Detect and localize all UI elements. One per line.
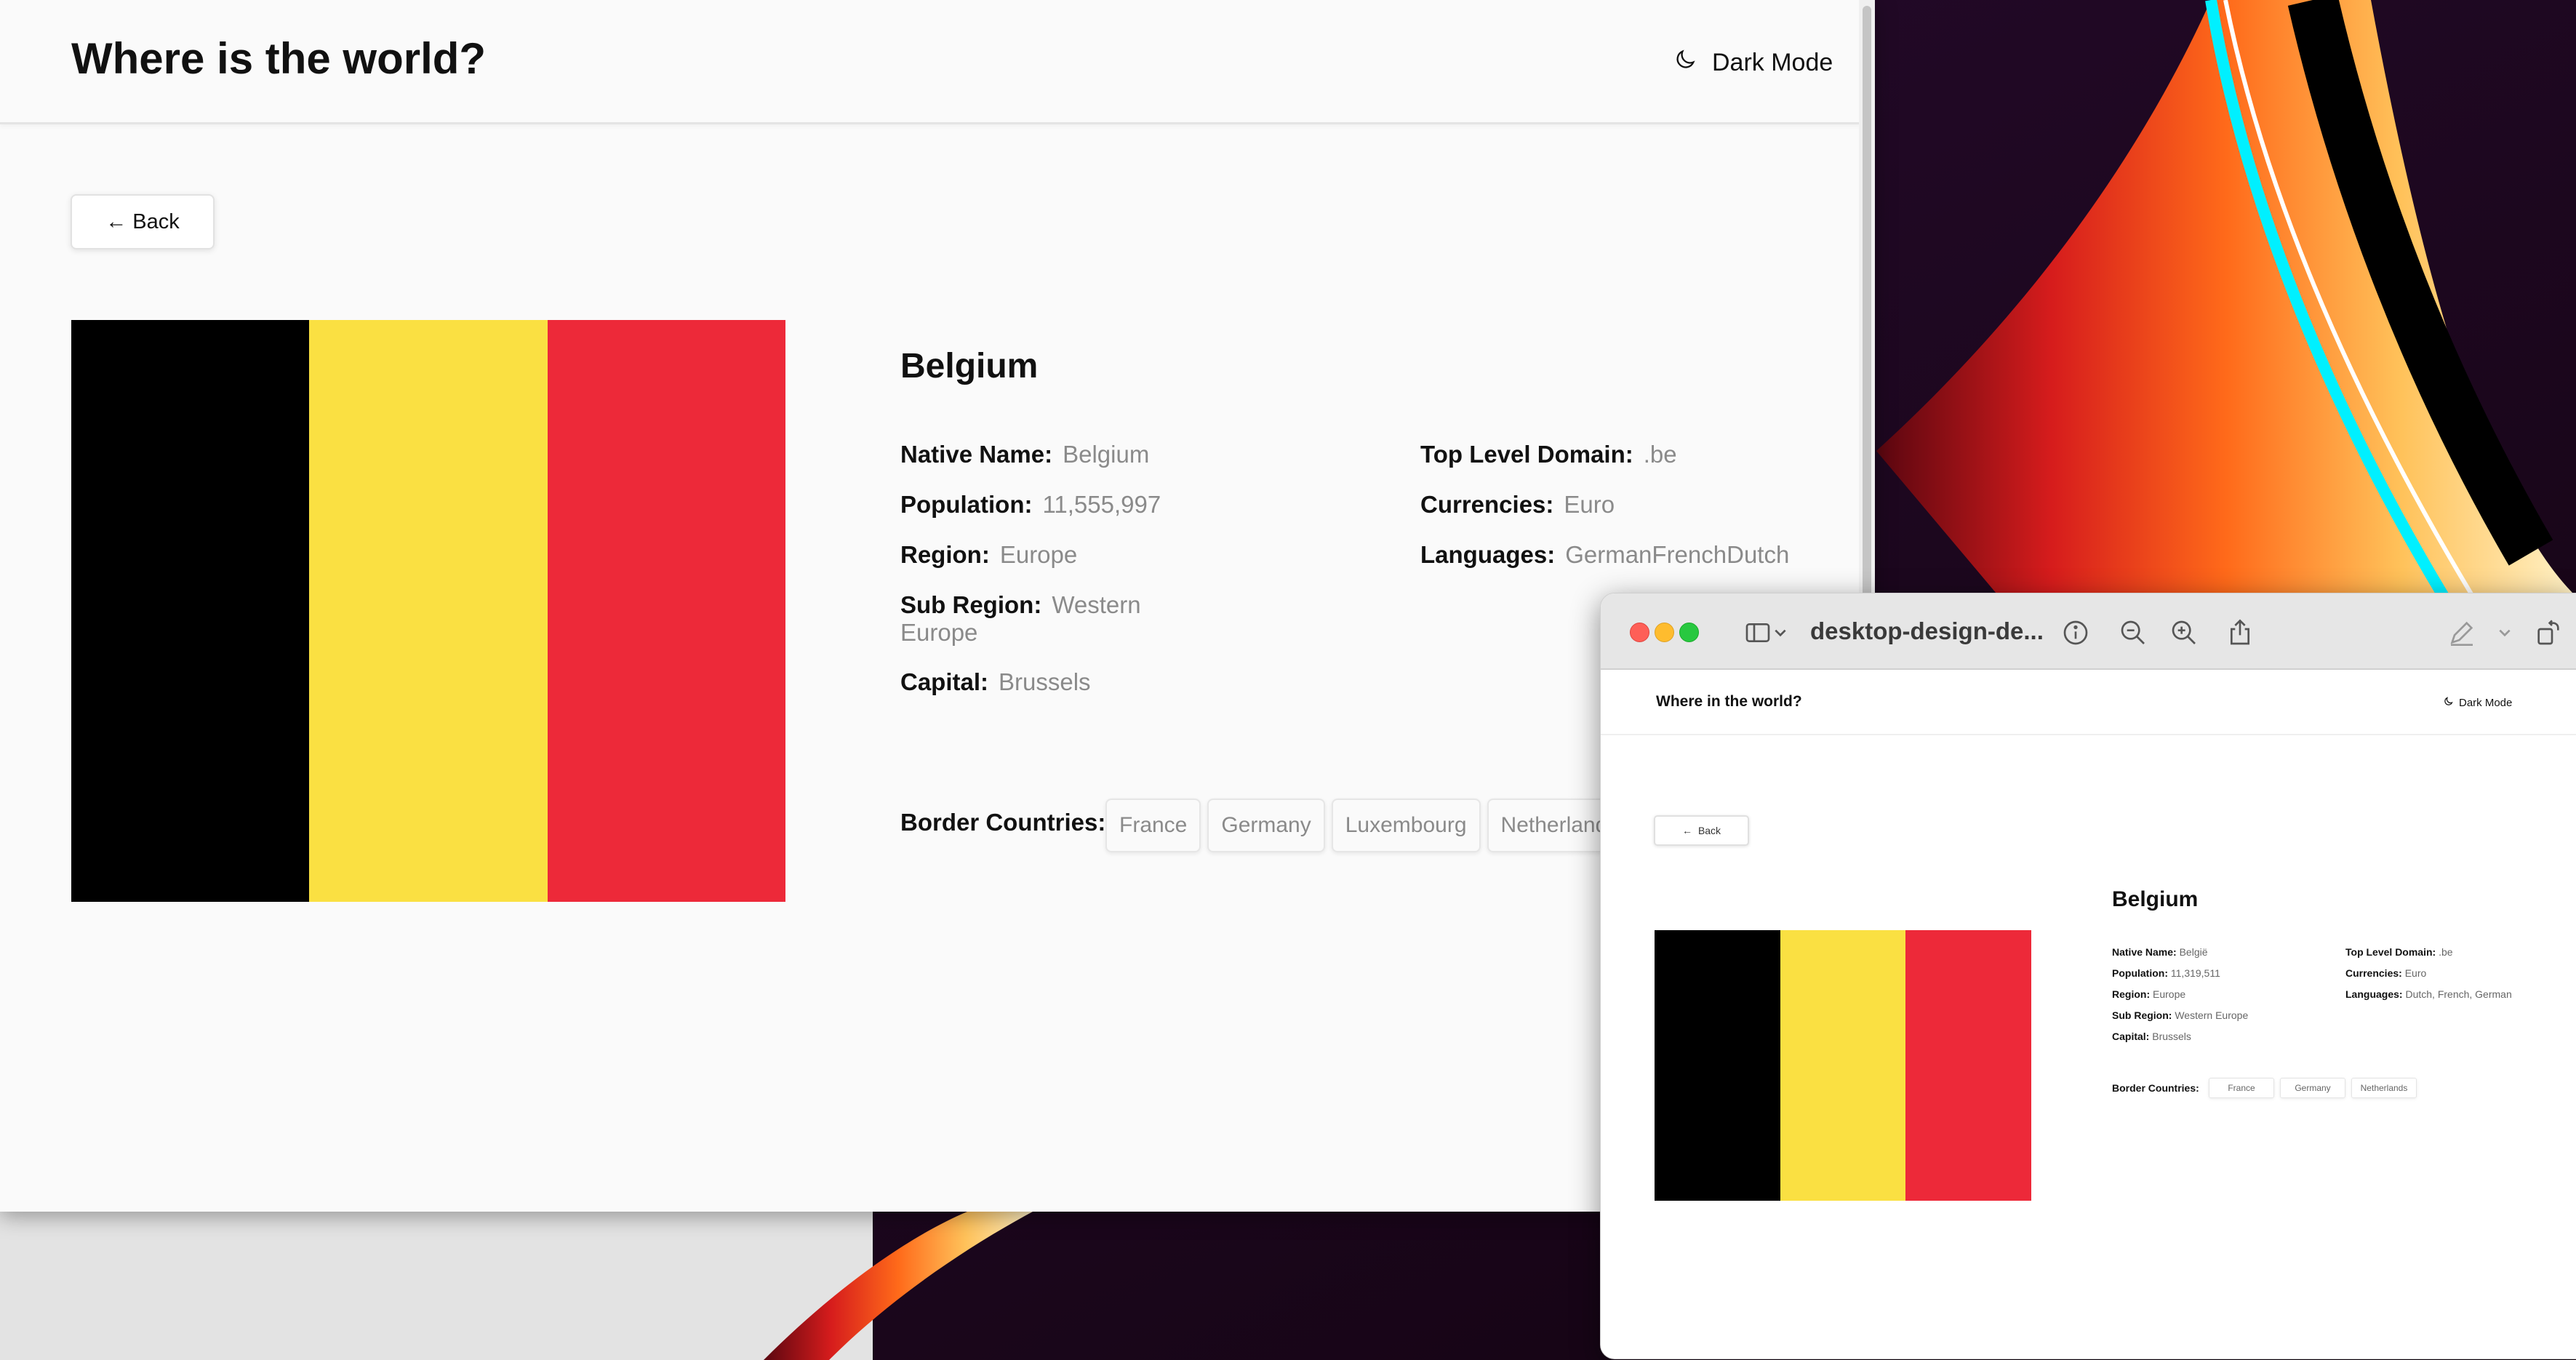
flag-stripe-red — [1905, 930, 2032, 1201]
preview-field-value: .be — [2439, 946, 2453, 958]
main-browser-window: Where is the world? Dark Mode ← Back Bel… — [0, 0, 1875, 1212]
flag-stripe-black — [1655, 930, 1780, 1201]
sub-region-label: Sub Region: — [900, 591, 1042, 618]
native-name-value: Belgium — [1063, 441, 1150, 468]
top-level-domain-row: Top Level Domain: .be — [1420, 441, 1677, 468]
maximize-window-button[interactable] — [1679, 623, 1699, 642]
preview-population-row: Population: 11,319,511 — [2112, 967, 2220, 979]
preview-field-label: Region: — [2112, 988, 2151, 1000]
country-name: Belgium — [900, 347, 1039, 385]
preview-header: Where in the world? Dark Mode — [1601, 670, 2576, 735]
preview-field-label: Sub Region: — [2112, 1009, 2172, 1021]
preview-capital-row: Capital: Brussels — [2112, 1031, 2191, 1042]
preview-field-label: Capital: — [2112, 1031, 2150, 1042]
moon-icon — [2443, 696, 2454, 710]
population-row: Population: 11,555,997 — [900, 491, 1161, 519]
flag-stripe-yellow — [309, 320, 548, 902]
preview-native-name-row: Native Name: België — [2112, 946, 2208, 958]
preview-window: desktop-design-de... Where in the world?… — [1600, 593, 2576, 1359]
preview-field-label: Population: — [2112, 967, 2168, 979]
capital-label: Capital: — [900, 668, 989, 695]
preview-languages-row: Languages: Dutch, French, German — [2345, 988, 2512, 1000]
preview-country-name: Belgium — [2112, 887, 2199, 911]
border-country-button[interactable]: France — [1105, 799, 1201, 852]
native-name-label: Native Name: — [900, 441, 1053, 468]
minimize-window-button[interactable] — [1655, 623, 1674, 642]
preview-border-country-chip: Netherlands — [2351, 1078, 2417, 1098]
population-value: 11,555,997 — [1042, 491, 1161, 518]
preview-border-country-chip: Germany — [2280, 1078, 2345, 1098]
region-label: Region: — [900, 541, 990, 568]
moon-icon — [1673, 47, 1697, 79]
preview-sub-region-row: Sub Region: Western Europe — [2112, 1009, 2248, 1021]
dark-mode-toggle[interactable]: Dark Mode — [1673, 44, 1833, 81]
preview-back-label: Back — [1697, 825, 1721, 836]
chevron-down-icon[interactable] — [2497, 618, 2513, 647]
top-level-domain-value: .be — [1643, 441, 1677, 468]
preview-region-row: Region: Europe — [2112, 988, 2185, 1000]
preview-page: Where in the world? Dark Mode ← Back Bel… — [1601, 670, 2576, 1359]
preview-field-value: Euro — [2404, 967, 2427, 979]
preview-border-countries-list: France Germany Netherlands — [2209, 1078, 2417, 1098]
border-country-button[interactable]: Luxembourg — [1331, 799, 1481, 852]
preview-border-countries-label: Border Countries: — [2112, 1082, 2199, 1094]
languages-label: Languages: — [1420, 541, 1556, 568]
preview-page-title: Where in the world? — [1656, 693, 1802, 710]
border-country-button[interactable]: Germany — [1207, 799, 1325, 852]
zoom-out-icon[interactable] — [2119, 618, 2148, 647]
markup-pen-icon[interactable] — [2447, 618, 2476, 647]
preview-field-value: Dutch, French, German — [2405, 988, 2512, 1000]
languages-row: Languages: GermanFrenchDutch — [1420, 541, 1789, 569]
preview-field-label: Native Name: — [2112, 946, 2177, 958]
sub-region-row: Sub Region: Western Europe — [900, 591, 1191, 647]
preview-field-label: Top Level Domain: — [2345, 946, 2436, 958]
population-label: Population: — [900, 491, 1033, 518]
preview-dark-mode-toggle: Dark Mode — [2443, 696, 2512, 710]
region-value: Europe — [999, 541, 1078, 568]
back-button[interactable]: ← Back — [71, 194, 215, 249]
preview-field-value: Brussels — [2152, 1031, 2191, 1042]
country-flag — [71, 320, 785, 902]
preview-country-flag — [1655, 930, 2032, 1201]
preview-field-value: België — [2179, 946, 2208, 958]
preview-field-value: 11,319,511 — [2170, 967, 2220, 979]
rotate-icon[interactable] — [2534, 618, 2563, 647]
close-window-button[interactable] — [1630, 623, 1649, 642]
preview-dark-mode-label: Dark Mode — [2459, 697, 2513, 709]
sidebar-toggle-icon[interactable] — [1743, 618, 1772, 647]
preview-filename: desktop-design-de... — [1810, 617, 2044, 644]
chevron-down-icon[interactable] — [1772, 618, 1788, 647]
info-icon[interactable] — [2061, 618, 2090, 647]
capital-value: Brussels — [999, 668, 1091, 695]
page-title: Where is the world? — [71, 34, 487, 83]
preview-top-level-domain-row: Top Level Domain: .be — [2345, 946, 2453, 958]
border-countries-list: France Germany Luxembourg Netherlands — [1105, 799, 1633, 852]
arrow-left-icon: ← — [1681, 825, 1692, 836]
dark-mode-label: Dark Mode — [1712, 48, 1833, 76]
flag-stripe-red — [547, 320, 785, 902]
languages-value: GermanFrenchDutch — [1565, 541, 1790, 568]
share-icon[interactable] — [2225, 618, 2255, 647]
currencies-label: Currencies: — [1420, 491, 1554, 518]
preview-field-label: Currencies: — [2345, 967, 2402, 979]
app-header: Where is the world? Dark Mode — [0, 0, 1862, 124]
flag-stripe-yellow — [1780, 930, 1906, 1201]
currencies-row: Currencies: Euro — [1420, 491, 1615, 519]
flag-stripe-black — [71, 320, 310, 902]
preview-border-country-chip: France — [2209, 1078, 2274, 1098]
border-countries-label: Border Countries: — [900, 809, 1106, 836]
currencies-value: Euro — [1564, 491, 1615, 518]
preview-field-value: Western Europe — [2175, 1009, 2249, 1021]
native-name-row: Native Name: Belgium — [900, 441, 1149, 468]
capital-row: Capital: Brussels — [900, 668, 1091, 696]
region-row: Region: Europe — [900, 541, 1077, 569]
zoom-in-icon[interactable] — [2169, 618, 2199, 647]
preview-currencies-row: Currencies: Euro — [2345, 967, 2426, 979]
preview-toolbar: desktop-design-de... — [1601, 593, 2576, 670]
preview-back-button: ← Back — [1654, 815, 1749, 846]
preview-field-label: Languages: — [2345, 988, 2403, 1000]
preview-field-value: Europe — [2153, 988, 2186, 1000]
top-level-domain-label: Top Level Domain: — [1420, 441, 1633, 468]
